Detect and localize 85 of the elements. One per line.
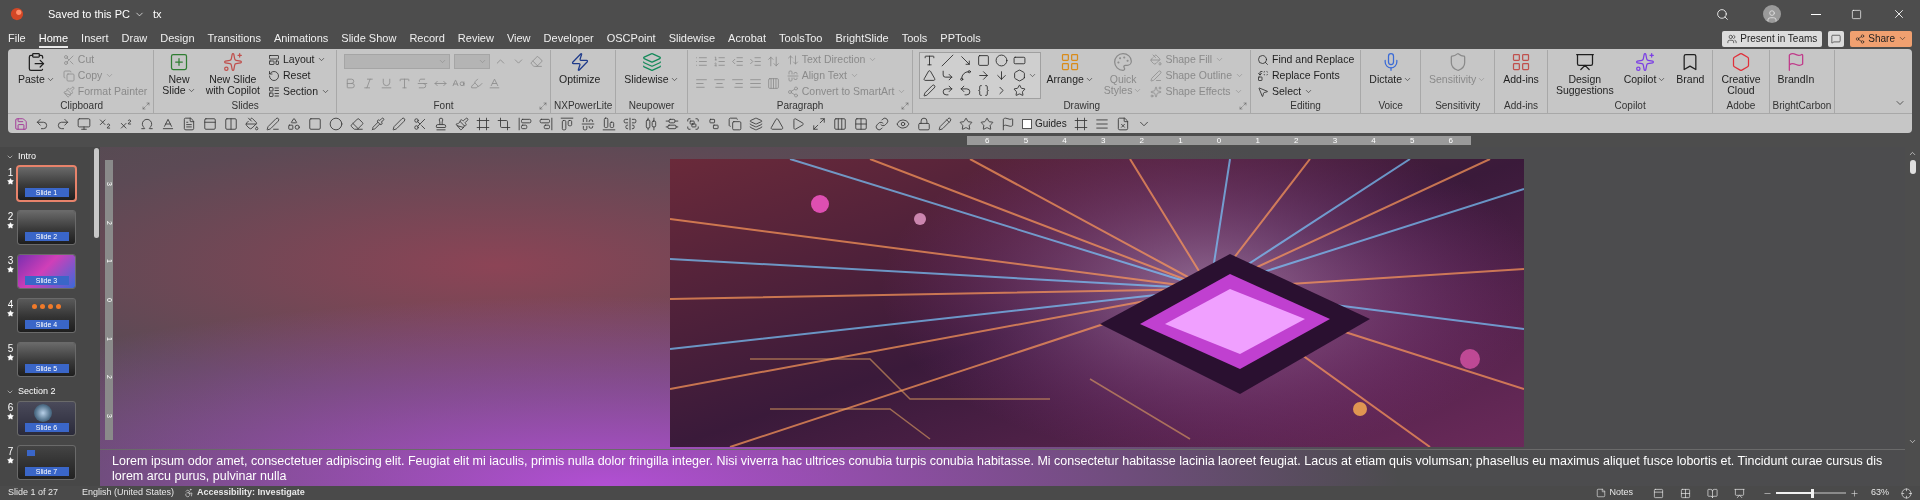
ruler-number: 6 <box>985 135 990 145</box>
slide-number: 7 <box>7 446 14 457</box>
ribbon-button[interactable]: BrandIn <box>1772 50 1820 85</box>
group-label: Voice <box>1378 100 1403 112</box>
guides-checkbox[interactable]: Guides <box>1022 116 1067 131</box>
group-label: Slides <box>231 100 259 112</box>
group-label: Font <box>433 100 454 112</box>
ribbon-small-button[interactable]: Find and Replace <box>1257 52 1355 67</box>
ruler-number: 5 <box>1409 135 1415 145</box>
group-label: Sensitivity <box>1435 100 1481 112</box>
ribbon-tab[interactable]: Insert <box>81 29 109 48</box>
ribbon-small-button[interactable]: Reset <box>267 68 330 83</box>
ribbon-small-button[interactable]: Select <box>1257 84 1355 99</box>
save-status-button[interactable]: Saved to this PC <box>48 5 145 23</box>
slide-number: 5 <box>7 343 14 354</box>
ribbon-tab[interactable]: Record <box>409 29 445 48</box>
slide-number: 6 <box>7 402 14 413</box>
ribbon-button[interactable]: Arrange <box>1041 50 1099 85</box>
ruler-number: 6 <box>1448 135 1453 145</box>
group-label: Copilot <box>1614 100 1646 112</box>
group-label: Add-ins <box>1504 100 1538 112</box>
ribbon-tab[interactable]: Tools <box>901 29 928 48</box>
ribbon-tab[interactable]: BrightSlide <box>835 29 889 48</box>
slide-number: 2 <box>7 211 14 222</box>
ribbon-tab[interactable]: Developer <box>543 29 594 48</box>
ribbon-tab[interactable]: Draw <box>121 29 148 48</box>
ribbon-button[interactable]: Copilot <box>1618 50 1672 85</box>
ruler-number: 1 <box>1255 135 1260 145</box>
ribbon-button[interactable]: Dictate <box>1364 50 1417 85</box>
zoom-percentage: 63% <box>1871 486 1889 500</box>
ribbon-button[interactable]: Brand <box>1671 50 1710 85</box>
ruler-number: 4 <box>1062 135 1067 145</box>
ribbon-tab[interactable]: PPTools <box>940 29 981 48</box>
ruler-number: 3 <box>1332 135 1338 145</box>
group-label: Adobe <box>1726 100 1756 112</box>
ribbon-button[interactable]: Add-ins <box>1498 50 1544 85</box>
ribbon-button[interactable]: Design Suggestions <box>1550 50 1619 96</box>
group-label: Editing <box>1290 100 1321 112</box>
ribbon-button[interactable]: Slidewise <box>619 50 684 85</box>
file-name: tx <box>152 6 162 22</box>
group-label: Neupower <box>628 100 675 112</box>
language-indicator: English (United States) <box>82 486 175 500</box>
ribbon-tab[interactable]: Acrobat <box>728 29 767 48</box>
notes-text: Lorem ipsum odor amet, consectetuer adipiscing elit. Feugiat elit mi iaculis, primis nulla dolor fringilla integer. Nisi viverra hac ultrices conubia turpis conubia habitasse. Mi consectetur habitasse lacinia laoreet feugiat. Lacus at etiam quis volumsan; phasellus eu maximus aliquet fusce lobortis et. Tincidunt curae cursus dis lorem arcu purus, pulvinar nulla <box>112 454 1884 484</box>
group-label: NXPowerLite <box>554 100 613 112</box>
group-label: Drawing <box>1063 100 1101 112</box>
present-in-teams-button[interactable]: Present in Teams <box>1722 30 1823 47</box>
ribbon-button[interactable]: New Slide <box>157 50 201 96</box>
ribbon-tab[interactable]: Animations <box>273 29 329 48</box>
ribbon-button[interactable]: Creative Cloud <box>1716 50 1766 96</box>
slide-number: 3 <box>7 255 14 266</box>
share-button[interactable]: Share <box>1850 30 1912 47</box>
ribbon-small-button[interactable]: Section <box>267 84 330 99</box>
group-label: Clipboard <box>60 100 104 112</box>
ruler-number: 3 <box>1100 135 1106 145</box>
notes-button[interactable]: Notes <box>1596 486 1633 500</box>
ribbon-tab[interactable]: Review <box>457 29 494 48</box>
slide-number: 1 <box>7 167 14 178</box>
ribbon-button[interactable]: New Slide with Copilot <box>200 50 265 96</box>
group-label: BrightCarbon <box>1772 100 1832 112</box>
ribbon-small-button[interactable]: Replace Fonts <box>1257 68 1355 83</box>
ribbon-tab[interactable]: Design <box>160 29 195 48</box>
slide-number: 4 <box>7 299 14 310</box>
group-label: Paragraph <box>776 100 824 112</box>
ruler-number: 5 <box>1023 135 1029 145</box>
accessibility-button[interactable]: Accessibility: Investigate <box>184 486 305 500</box>
ruler-number: 1 <box>1178 135 1183 145</box>
ribbon-tab[interactable]: Transitions <box>207 29 261 48</box>
ribbon-small-button[interactable]: Layout <box>267 52 330 67</box>
section-header[interactable]: Section 2 <box>6 384 92 399</box>
ribbon-tab[interactable]: Home <box>38 29 69 48</box>
ribbon-button[interactable]: Optimize <box>554 50 606 85</box>
slide-count: Slide 1 of 27 <box>8 486 59 500</box>
ribbon-tab[interactable]: File <box>8 29 26 48</box>
section-header[interactable]: Intro <box>6 149 92 164</box>
ribbon-tab[interactable]: View <box>506 29 531 48</box>
ribbon-tab[interactable]: ToolsToo <box>779 29 823 48</box>
ribbon-tab[interactable]: Slide Show <box>341 29 397 48</box>
ruler-number: 2 <box>1294 135 1299 145</box>
ribbon-tab[interactable]: Slidewise <box>668 29 716 48</box>
ruler-number: 2 <box>1139 135 1144 145</box>
ruler-number: 0 <box>1216 135 1222 145</box>
ruler-number: 4 <box>1371 135 1376 145</box>
ribbon-button[interactable]: Paste <box>13 50 60 85</box>
ribbon-tab[interactable]: OSCPoint <box>606 29 656 48</box>
